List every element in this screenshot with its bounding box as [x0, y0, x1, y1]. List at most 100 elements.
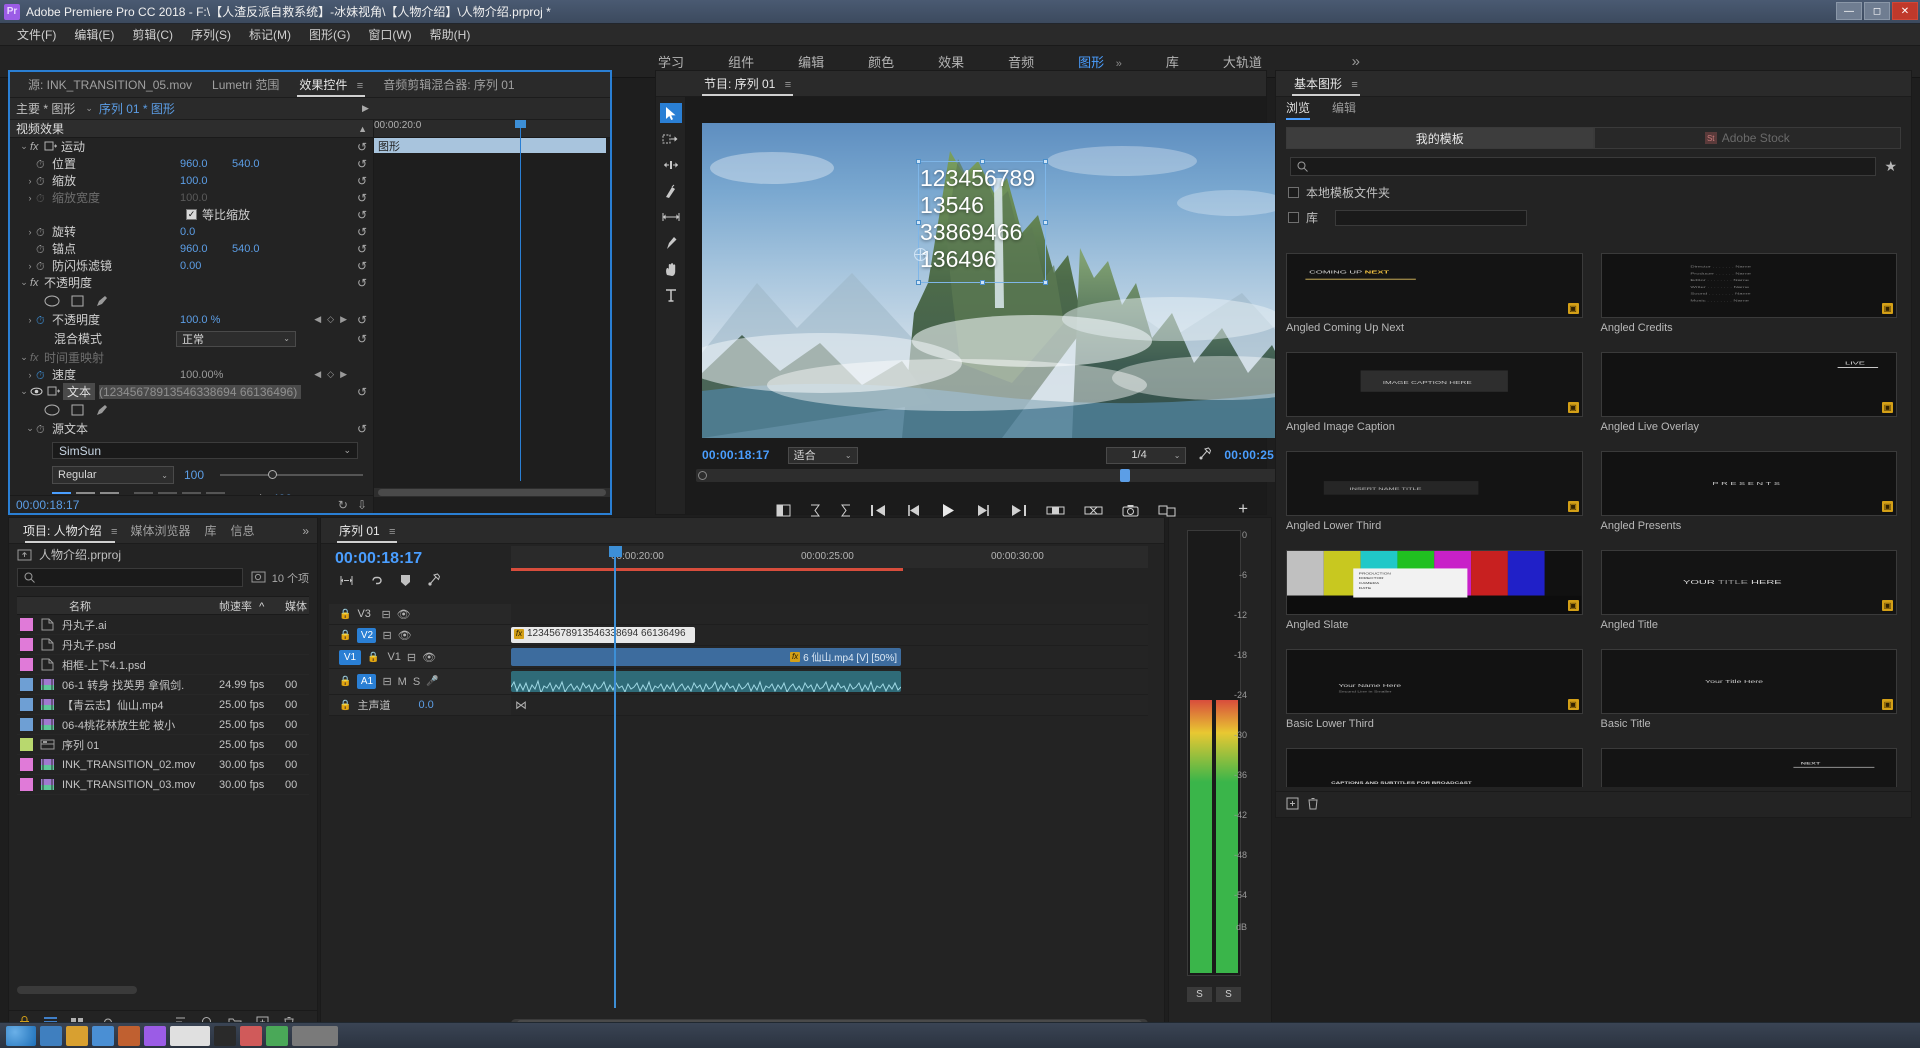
effect-hscrollbar[interactable]: [374, 488, 610, 497]
rectangle-mask-icon[interactable]: [71, 404, 84, 416]
prev-keyframe-icon[interactable]: ◀: [314, 314, 321, 325]
twirl-icon[interactable]: ›: [24, 176, 36, 186]
taskbar-window-button[interactable]: [170, 1025, 210, 1046]
keyframe-nav[interactable]: ◀ ◇ ▶: [314, 369, 347, 380]
maximize-button[interactable]: ◻: [1864, 2, 1890, 20]
template-card[interactable]: YOUR TITLE HERE ▣ Angled Title: [1600, 550, 1897, 631]
font-size-value[interactable]: 100: [184, 468, 210, 482]
property-opacity-group[interactable]: ⌄ fx 不透明度 ↺: [10, 274, 373, 291]
sync-lock-icon[interactable]: ⊟: [381, 608, 390, 621]
blend-mode-select[interactable]: 正常 ⌄: [176, 330, 296, 347]
tab-browse[interactable]: 浏览: [1286, 99, 1311, 120]
panel-menu-icon[interactable]: ≡: [1351, 79, 1357, 91]
sync-lock-icon[interactable]: ⊟: [407, 651, 416, 664]
property-scale-width[interactable]: › ⏱ 缩放宽度 100.0 ↺: [10, 189, 373, 206]
project-row[interactable]: 相框-上下4.1.psd: [17, 655, 309, 675]
mark-in-icon[interactable]: [776, 504, 791, 517]
tab-libraries[interactable]: 库: [197, 518, 223, 543]
stopwatch-icon[interactable]: ⏱: [36, 368, 49, 382]
reset-icon[interactable]: ↺: [357, 225, 367, 239]
panel-menu-icon[interactable]: ≡: [389, 526, 395, 538]
reset-icon[interactable]: ↺: [357, 140, 367, 154]
find-icon[interactable]: [251, 570, 266, 586]
reset-icon[interactable]: ↺: [357, 422, 367, 436]
text-selection-box[interactable]: [916, 159, 1048, 285]
anchor-point-marker[interactable]: [914, 248, 927, 261]
taskbar-app-icon[interactable]: [92, 1025, 114, 1046]
menu-marker[interactable]: 标记(M): [240, 24, 300, 45]
track-v2[interactable]: 🔒 V2 ⊟ 👁 fx 12345678913546338694 6613649…: [329, 625, 1148, 646]
timeline-clip-video[interactable]: fx 6 仙山.mp4 [V] [50%]: [511, 648, 901, 666]
property-position[interactable]: ⏱ 位置 960.0 540.0 ↺: [10, 155, 373, 172]
template-card[interactable]: CAPTIONS AND SUBTITLES FOR BROADCASTSMAL…: [1286, 748, 1583, 787]
monitor-scrubber[interactable]: [696, 469, 1292, 482]
lock-icon[interactable]: 🔒: [339, 700, 351, 711]
taskbar-app-icon[interactable]: [240, 1025, 262, 1046]
local-templates-checkbox-row[interactable]: 本地模板文件夹: [1288, 184, 1911, 201]
add-keyframe-icon[interactable]: ◇: [327, 369, 334, 380]
keyframe-toggle-icon[interactable]: ⋈: [515, 698, 527, 712]
project-hscrollbar[interactable]: [17, 986, 137, 994]
twirl-icon[interactable]: ⌄: [18, 352, 30, 363]
effect-playhead-handle[interactable]: [515, 120, 526, 128]
selection-tool-icon[interactable]: [659, 103, 682, 123]
twirl-icon[interactable]: ⌄: [24, 423, 36, 434]
new-layer-icon[interactable]: [1286, 797, 1299, 813]
resize-handle-bc[interactable]: [980, 280, 985, 285]
next-keyframe-icon[interactable]: ▶: [340, 369, 347, 380]
template-thumbnail[interactable]: YOUR TITLE HERE ▣: [1600, 550, 1897, 615]
taskbar-app-icon[interactable]: [266, 1025, 288, 1046]
track-v1-target[interactable]: V1: [339, 649, 361, 665]
menu-sequence[interactable]: 序列(S): [182, 24, 240, 45]
template-thumbnail[interactable]: Director . . . . . . . Name Producer . . …: [1600, 253, 1897, 318]
tab-essential-graphics[interactable]: 基本图形 ≡: [1284, 71, 1368, 96]
template-card[interactable]: PRESENTS ▣ Angled Presents: [1600, 451, 1897, 532]
step-forward-icon[interactable]: [975, 504, 991, 517]
twirl-icon[interactable]: ›: [24, 261, 36, 271]
project-row[interactable]: 序列 01 25.00 fps 00: [17, 735, 309, 755]
stopwatch-icon[interactable]: ⏱: [36, 174, 49, 188]
twirl-icon[interactable]: ⌄: [18, 386, 30, 397]
ellipse-mask-icon[interactable]: [44, 295, 60, 307]
template-thumbnail[interactable]: COMING UP NEXT ▣: [1286, 253, 1583, 318]
panel-menu-icon[interactable]: ≡: [357, 80, 363, 92]
resize-handle-bl[interactable]: [916, 280, 921, 285]
export-frame-icon[interactable]: [1122, 504, 1139, 517]
tab-sequence[interactable]: 序列 01 ≡: [329, 518, 405, 543]
stopwatch-icon[interactable]: ⏱: [36, 225, 49, 239]
start-button-icon[interactable]: [6, 1025, 36, 1046]
template-search-input[interactable]: [1290, 157, 1877, 176]
column-name[interactable]: 名称: [41, 598, 219, 614]
project-row[interactable]: 丹丸子.psd: [17, 635, 309, 655]
speed-value[interactable]: 100.00%: [180, 369, 223, 381]
position-x-value[interactable]: 960.0: [180, 158, 208, 170]
eye-icon[interactable]: [30, 386, 43, 397]
project-row[interactable]: 06-1 转身 找英男 拿佩剑. 24.99 fps 00: [17, 675, 309, 695]
tab-effect-controls[interactable]: 效果控件 ≡: [289, 72, 373, 97]
column-media[interactable]: 媒体: [285, 598, 309, 614]
tab-source-monitor[interactable]: 源: INK_TRANSITION_05.mov: [18, 72, 202, 97]
property-rotation[interactable]: › ⏱ 旋转 0.0 ↺: [10, 223, 373, 240]
resize-handle-tc[interactable]: [980, 159, 985, 164]
lock-icon[interactable]: 🔒: [339, 630, 351, 641]
ripple-edit-tool-icon[interactable]: [660, 155, 682, 175]
font-family-select[interactable]: SimSun ⌄: [52, 442, 358, 459]
reset-icon[interactable]: ↺: [357, 174, 367, 188]
menu-graphics[interactable]: 图形(G): [300, 24, 359, 45]
taskbar-window-button[interactable]: [292, 1025, 338, 1046]
rotation-value[interactable]: 0.0: [180, 226, 195, 238]
comparison-view-icon[interactable]: [1158, 504, 1177, 517]
template-card[interactable]: Director . . . . . . . Name Producer . . …: [1600, 253, 1897, 334]
stopwatch-icon[interactable]: ⏱: [36, 242, 49, 256]
monitor-current-time[interactable]: 00:00:18:17: [702, 448, 770, 462]
mark-out-icon[interactable]: [810, 504, 821, 517]
chevron-down-icon[interactable]: ⌄: [85, 103, 93, 114]
stopwatch-icon[interactable]: ⏱: [36, 259, 49, 273]
property-anti-flicker[interactable]: › ⏱ 防闪烁滤镜 0.00 ↺: [10, 257, 373, 274]
close-button[interactable]: ✕: [1892, 2, 1918, 20]
extract-icon[interactable]: [1084, 504, 1103, 517]
tab-audio-clip-mixer[interactable]: 音频剪辑混合器: 序列 01: [373, 72, 524, 97]
keyframe-nav[interactable]: ◀ ◇ ▶: [314, 314, 347, 325]
taskbar-app-icon[interactable]: [214, 1025, 236, 1046]
ellipse-mask-icon[interactable]: [44, 404, 60, 416]
